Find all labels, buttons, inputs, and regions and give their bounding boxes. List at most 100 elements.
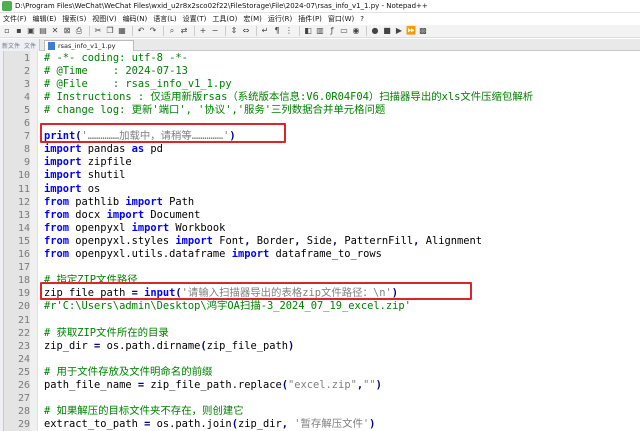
paste-icon[interactable]: ▦ xyxy=(117,26,127,36)
save-icon[interactable]: ▣ xyxy=(26,26,36,36)
line-number: 24 xyxy=(17,353,30,365)
line-number: 4 xyxy=(23,91,30,103)
code-line: from openpyxl.styles import Font, Border… xyxy=(44,234,482,247)
toolbar-separator xyxy=(366,26,367,36)
code-line: path_file_name = zip_file_path.replace("… xyxy=(44,379,382,391)
save-macro-icon[interactable]: ▩ xyxy=(418,26,428,36)
doc-map-icon[interactable]: ▥ xyxy=(315,26,325,36)
code-line: import os xyxy=(44,182,101,195)
code-line: extract_to_path = os.path.join(zip_dir, … xyxy=(44,418,376,431)
toolbar-separator xyxy=(225,26,226,36)
zoom-in-icon[interactable]: + xyxy=(198,26,208,36)
folder-icon[interactable]: ▭ xyxy=(339,26,349,36)
menu-language[interactable]: 语言(L) xyxy=(150,13,179,25)
menu-bar: 文件(F) 编辑(E) 搜索(S) 视图(V) 编码(N) 语言(L) 设置(T… xyxy=(0,13,640,25)
toolbar-separator xyxy=(89,26,90,36)
line-number: 29 xyxy=(17,419,30,431)
menu-plugins[interactable]: 插件(P) xyxy=(295,13,325,25)
line-number: 19 xyxy=(17,288,30,300)
line-number: 17 xyxy=(17,262,30,274)
menu-encoding[interactable]: 编码(N) xyxy=(120,13,151,25)
side-tab-new[interactable]: 新文件 xyxy=(0,41,22,50)
highlight-box-input-line xyxy=(40,282,472,300)
line-number: 7 xyxy=(23,131,30,143)
line-number: 12 xyxy=(17,196,30,208)
line-number: 10 xyxy=(17,170,30,182)
line-number: 14 xyxy=(17,222,30,234)
menu-search[interactable]: 搜索(S) xyxy=(59,13,89,25)
line-number: 27 xyxy=(17,393,30,405)
close-icon[interactable]: ✕ xyxy=(50,26,60,36)
code-line: import pandas as pd xyxy=(44,143,163,156)
fold-margin xyxy=(30,51,38,431)
title-bar: D:\Program Files\WeChat\WeChat Files\wxi… xyxy=(0,0,640,13)
code-line: from pathlib import Path xyxy=(44,195,195,208)
monitor-icon[interactable]: ◉ xyxy=(351,26,361,36)
wrap-icon[interactable]: ↵ xyxy=(260,26,270,36)
code-editor[interactable]: # -*- coding: utf-8 -*- # @Time : 2024-0… xyxy=(38,51,640,431)
open-file-icon[interactable]: ▪ xyxy=(14,26,24,36)
line-number: 28 xyxy=(17,406,30,418)
func-list-icon[interactable]: ƒ xyxy=(327,26,337,36)
sync-h-icon[interactable]: ⇔ xyxy=(241,26,251,36)
code-line: # change log: 更新'端口', '协议','服务'三列数据合并单元格… xyxy=(44,103,386,116)
redo-icon[interactable]: ↷ xyxy=(148,26,158,36)
menu-help[interactable]: ? xyxy=(357,13,367,25)
code-line: from openpyxl.utils.dataframe import dat… xyxy=(44,248,382,260)
play-multi-icon[interactable]: ⏩ xyxy=(406,26,416,36)
code-line: from openpyxl import Workbook xyxy=(44,221,226,234)
all-chars-icon[interactable]: ¶ xyxy=(272,26,282,36)
line-number: 15 xyxy=(17,235,30,247)
file-tab-bar: rsas_info_v1_1.py xyxy=(40,39,640,51)
code-line: #r'C:\Users\admin\Desktop\鸿宇OA扫描-3_2024_… xyxy=(44,300,411,313)
file-tab[interactable]: rsas_info_v1_1.py xyxy=(44,40,134,51)
line-number: 22 xyxy=(17,327,30,339)
indent-guide-icon[interactable]: ⋮ xyxy=(284,26,294,36)
menu-edit[interactable]: 编辑(E) xyxy=(30,13,60,25)
code-line: # -*- coding: utf-8 -*- xyxy=(44,51,188,64)
copy-icon[interactable]: ❐ xyxy=(105,26,115,36)
menu-settings[interactable]: 设置(T) xyxy=(180,13,210,25)
line-number: 25 xyxy=(17,366,30,378)
cut-icon[interactable]: ✂ xyxy=(93,26,103,36)
toolbar-separator xyxy=(299,26,300,36)
line-number: 16 xyxy=(17,249,30,260)
undo-icon[interactable]: ↶ xyxy=(136,26,146,36)
side-tab-files[interactable]: 文件 xyxy=(22,41,38,50)
menu-window[interactable]: 窗口(W) xyxy=(325,13,357,25)
code-line: from docx import Document xyxy=(44,208,201,221)
toolbar-separator xyxy=(194,26,195,36)
zoom-out-icon[interactable]: − xyxy=(210,26,220,36)
record-icon[interactable]: ● xyxy=(370,26,380,36)
save-all-icon[interactable]: ▤ xyxy=(38,26,48,36)
python-file-icon xyxy=(48,42,55,50)
find-icon[interactable]: ⌕ xyxy=(167,26,177,36)
line-number: 2 xyxy=(23,65,30,77)
line-number: 3 xyxy=(23,78,30,90)
code-line: # 用于文件存放及文件明命名的前缀 xyxy=(44,365,213,378)
play-icon[interactable]: ▶ xyxy=(394,26,404,36)
menu-tools[interactable]: 工具(O) xyxy=(209,13,240,25)
new-file-icon[interactable]: ▫ xyxy=(2,26,12,36)
menu-macro[interactable]: 宏(M) xyxy=(240,13,265,25)
toolbar: ▫ ▪ ▣ ▤ ✕ ⊠ ⎙ ✂ ❐ ▦ ↶ ↷ ⌕ ⇄ + − ⇕ ⇔ ↵ ¶ … xyxy=(0,25,640,38)
line-number: 13 xyxy=(17,209,30,221)
lang-icon[interactable]: ◧ xyxy=(303,26,313,36)
print-icon[interactable]: ⎙ xyxy=(74,26,84,36)
line-number-gutter: 1 2 3 4 5 6 7 8 9 10 11 12 13 14 15 16 1… xyxy=(4,51,30,431)
code-line: # @File : rsas_info_v1_1.py xyxy=(44,77,232,90)
line-number: 11 xyxy=(17,183,30,195)
toolbar-separator xyxy=(132,26,133,36)
menu-view[interactable]: 视图(V) xyxy=(89,13,119,25)
toolbar-separator xyxy=(256,26,257,36)
replace-icon[interactable]: ⇄ xyxy=(179,26,189,36)
notepad-plus-plus-icon xyxy=(2,1,12,11)
code-line: import zipfile xyxy=(44,156,132,169)
close-all-icon[interactable]: ⊠ xyxy=(62,26,72,36)
toolbar-separator xyxy=(163,26,164,36)
sync-v-icon[interactable]: ⇕ xyxy=(229,26,239,36)
code-line: # 获取ZIP文件所在的目录 xyxy=(44,326,169,339)
menu-run[interactable]: 运行(R) xyxy=(265,13,295,25)
menu-file[interactable]: 文件(F) xyxy=(0,13,30,25)
stop-icon[interactable]: ■ xyxy=(382,26,392,36)
